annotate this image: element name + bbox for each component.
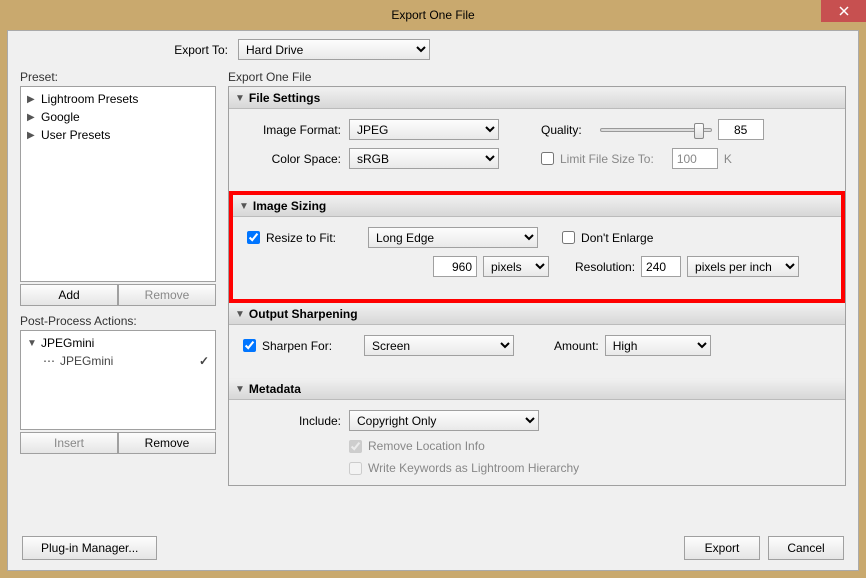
export-to-label: Export To: [8, 43, 232, 57]
sharpen-checkbox[interactable] [243, 339, 256, 352]
resize-mode-select[interactable]: Long Edge [368, 227, 538, 248]
image-sizing-highlight: ▼Image Sizing Resize to Fit: Long Edge D… [229, 191, 845, 303]
amount-label: Amount: [554, 339, 599, 353]
output-sharpening-header[interactable]: ▼Output Sharpening [229, 303, 845, 325]
settings-panel[interactable]: ▼File Settings Image Format: JPEG Qualit… [228, 86, 846, 486]
image-sizing-header[interactable]: ▼Image Sizing [233, 195, 841, 217]
limit-filesize-label: Limit File Size To: [560, 152, 654, 166]
remove-location-checkbox[interactable] [349, 440, 362, 453]
preset-listbox[interactable]: ▶Lightroom Presets ▶Google ▶User Presets [20, 86, 216, 282]
quality-input[interactable] [718, 119, 764, 140]
titlebar: Export One File [0, 0, 866, 30]
sharpen-amount-select[interactable]: High [605, 335, 711, 356]
include-label: Include: [243, 414, 343, 428]
size-input[interactable] [433, 256, 477, 277]
resolution-unit-select[interactable]: pixels per inch [687, 256, 799, 277]
post-process-item[interactable]: ⋯JPEGmini✓ [25, 352, 211, 370]
remove-location-label: Remove Location Info [368, 439, 485, 453]
remove-post-button[interactable]: Remove [118, 432, 216, 454]
limit-filesize-checkbox[interactable] [541, 152, 554, 165]
export-to-select[interactable]: Hard Drive [238, 39, 430, 60]
triangle-right-icon: ▶ [27, 130, 37, 141]
resize-checkbox[interactable] [247, 231, 260, 244]
image-format-label: Image Format: [243, 123, 343, 137]
resolution-label: Resolution: [575, 260, 635, 274]
write-keywords-label: Write Keywords as Lightroom Hierarchy [368, 461, 579, 475]
post-process-label: Post-Process Actions: [20, 314, 216, 328]
triangle-down-icon: ▼ [235, 93, 245, 104]
sharpen-for-select[interactable]: Screen [364, 335, 514, 356]
main-panel-label: Export One File [228, 70, 846, 86]
preset-item[interactable]: ▶Google [25, 108, 211, 126]
check-icon: ✓ [199, 354, 209, 368]
preset-item[interactable]: ▶User Presets [25, 126, 211, 144]
window-title: Export One File [391, 8, 474, 22]
write-keywords-checkbox[interactable] [349, 462, 362, 475]
slider-thumb[interactable] [694, 123, 704, 139]
resize-label: Resize to Fit: [266, 231, 336, 245]
color-space-label: Color Space: [243, 152, 343, 166]
resolution-input[interactable] [641, 256, 681, 277]
triangle-down-icon: ▼ [235, 384, 245, 395]
dotted-icon: ⋯ [43, 354, 56, 368]
post-process-listbox[interactable]: ▼JPEGmini ⋯JPEGmini✓ [20, 330, 216, 430]
plugin-manager-button[interactable]: Plug-in Manager... [22, 536, 157, 560]
triangle-down-icon: ▼ [239, 201, 249, 212]
triangle-down-icon: ▼ [27, 338, 37, 349]
preset-label: Preset: [20, 70, 216, 86]
limit-filesize-input[interactable] [672, 148, 718, 169]
footer: Plug-in Manager... Export Cancel [8, 526, 858, 570]
file-settings-header[interactable]: ▼File Settings [229, 87, 845, 109]
close-icon [839, 6, 849, 16]
metadata-include-select[interactable]: Copyright Only [349, 410, 539, 431]
limit-filesize-unit: K [724, 152, 732, 166]
color-space-select[interactable]: sRGB [349, 148, 499, 169]
insert-post-button[interactable]: Insert [20, 432, 118, 454]
export-button[interactable]: Export [684, 536, 760, 560]
image-format-select[interactable]: JPEG [349, 119, 499, 140]
close-button[interactable] [821, 0, 866, 22]
size-unit-select[interactable]: pixels [483, 256, 549, 277]
triangle-right-icon: ▶ [27, 112, 37, 123]
triangle-right-icon: ▶ [27, 94, 37, 105]
post-process-group[interactable]: ▼JPEGmini [25, 334, 211, 352]
remove-preset-button[interactable]: Remove [118, 284, 216, 306]
metadata-header[interactable]: ▼Metadata [229, 378, 845, 400]
dont-enlarge-label: Don't Enlarge [581, 231, 653, 245]
quality-label: Quality: [541, 123, 582, 137]
cancel-button[interactable]: Cancel [768, 536, 844, 560]
triangle-down-icon: ▼ [235, 309, 245, 320]
preset-item[interactable]: ▶Lightroom Presets [25, 90, 211, 108]
sharpen-label: Sharpen For: [262, 339, 332, 353]
dont-enlarge-checkbox[interactable] [562, 231, 575, 244]
add-preset-button[interactable]: Add [20, 284, 118, 306]
quality-slider[interactable] [600, 128, 712, 132]
